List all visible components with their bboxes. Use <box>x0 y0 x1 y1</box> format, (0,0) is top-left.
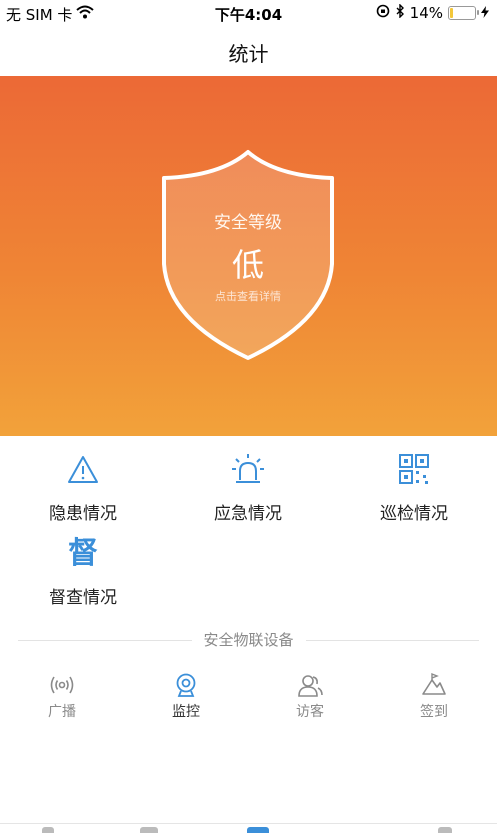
grid-item-hazard[interactable]: 隐患情况 <box>13 436 153 524</box>
supervise-char-icon: 督 <box>68 536 98 571</box>
broadcast-icon <box>49 672 75 698</box>
iot-item-label: 访客 <box>296 704 324 720</box>
visitor-icon <box>297 672 323 698</box>
iot-item-monitor[interactable]: 监控 <box>146 672 226 722</box>
warning-triangle-icon <box>65 452 101 488</box>
security-level-shield[interactable]: 安全等级 低 点击查看详情 <box>160 148 336 364</box>
view-details-hint: 点击查看详情 <box>215 290 281 303</box>
iot-item-checkin[interactable]: 签到 <box>394 672 474 722</box>
orientation-lock-icon <box>376 4 390 22</box>
grid-item-emergency[interactable]: 应急情况 <box>178 436 318 524</box>
tab-profile-icon[interactable] <box>438 827 452 833</box>
grid-item-inspection[interactable]: 巡检情况 <box>344 436 484 524</box>
checkin-icon <box>421 672 447 698</box>
function-grid: 隐患情况 应急情况 巡检情况 督 督查情况 <box>0 436 497 626</box>
iot-section-title: 安全物联设备 <box>191 629 306 650</box>
iot-section-header: 安全物联设备 <box>18 629 479 651</box>
security-hero: 安全等级 低 点击查看详情 <box>0 76 497 436</box>
tab-second-icon[interactable] <box>140 827 158 833</box>
iot-item-label: 监控 <box>172 704 200 720</box>
charging-icon <box>481 4 489 22</box>
status-bar: 无 SIM 卡 下午4:04 14% <box>0 0 497 26</box>
grid-item-supervision[interactable]: 督 督查情况 <box>13 520 153 608</box>
qr-code-icon <box>396 452 432 488</box>
page-title: 统计 <box>228 42 269 66</box>
alarm-siren-icon <box>230 452 266 488</box>
tab-home-icon[interactable] <box>42 827 54 833</box>
iot-item-label: 广播 <box>48 704 76 720</box>
security-level-label: 安全等级 <box>214 213 282 233</box>
tab-stats-icon[interactable] <box>247 827 269 833</box>
iot-item-visitor[interactable]: 访客 <box>270 672 350 722</box>
grid-item-label: 应急情况 <box>214 504 282 524</box>
battery-icon <box>448 6 479 20</box>
bluetooth-icon <box>395 3 405 22</box>
status-right: 14% <box>376 3 489 22</box>
grid-item-label: 督查情况 <box>49 588 117 608</box>
iot-item-label: 签到 <box>420 704 448 720</box>
iot-item-broadcast[interactable]: 广播 <box>22 672 102 722</box>
grid-item-label: 巡检情况 <box>380 504 448 524</box>
nav-bar: 统计 <box>0 26 497 76</box>
battery-percent: 14% <box>409 4 443 22</box>
camera-icon <box>173 672 199 698</box>
security-level-value: 低 <box>231 246 264 284</box>
